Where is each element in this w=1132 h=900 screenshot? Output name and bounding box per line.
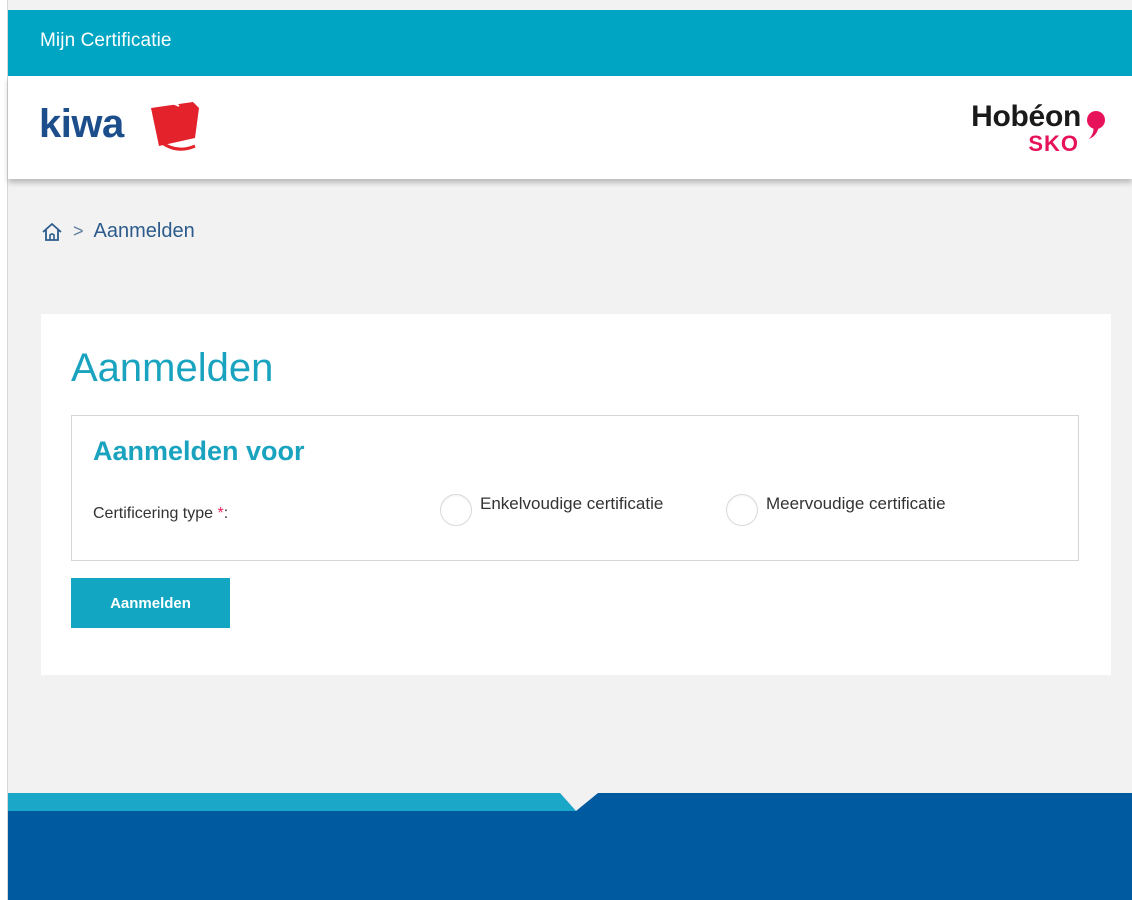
signup-fieldset: Aanmelden voor Certificering type *: Enk… (71, 415, 1079, 561)
radio-multiple[interactable] (726, 494, 758, 526)
breadcrumb-current: Aanmelden (93, 220, 195, 242)
home-icon[interactable] (41, 222, 63, 242)
radio-option-single[interactable]: Enkelvoudige certificatie (440, 494, 663, 526)
speech-drop-icon (1087, 111, 1105, 139)
top-bar: Mijn Certificatie (8, 10, 1132, 76)
radio-multiple-label: Meervoudige certificatie (766, 494, 946, 513)
sko-logo-text: SKO (1028, 131, 1079, 156)
kiwa-logo-text: kiwa (39, 102, 124, 146)
hobeon-logo-text: Hobéon (971, 100, 1081, 133)
kiwa-logo[interactable]: kiwa (39, 94, 199, 158)
site-footer (8, 793, 1132, 900)
radio-single[interactable] (440, 494, 472, 526)
certification-type-label: Certificering type *: (93, 505, 228, 523)
section-title: Aanmelden voor (93, 436, 305, 466)
radio-single-label: Enkelvoudige certificatie (480, 494, 664, 513)
kiwa-flag-icon (151, 102, 199, 151)
page-frame: Mijn Certificatie kiwa Hobéon SKO > Aanm… (8, 0, 1132, 900)
breadcrumb: > Aanmelden (41, 220, 195, 243)
submit-button[interactable]: Aanmelden (71, 578, 230, 628)
label-suffix: : (223, 505, 229, 522)
hobeon-sko-logo[interactable]: Hobéon SKO (937, 98, 1107, 158)
field-label-text: Certificering type (93, 505, 214, 522)
page-title: Aanmelden (71, 346, 274, 390)
window-edge (0, 0, 8, 900)
breadcrumb-separator: > (73, 221, 84, 241)
app-title: Mijn Certificatie (40, 30, 172, 51)
site-header: kiwa Hobéon SKO (8, 76, 1132, 179)
signup-card: Aanmelden Aanmelden voor Certificering t… (41, 314, 1111, 675)
radio-option-multiple[interactable]: Meervoudige certificatie (726, 494, 946, 526)
footer-band (8, 793, 1132, 900)
